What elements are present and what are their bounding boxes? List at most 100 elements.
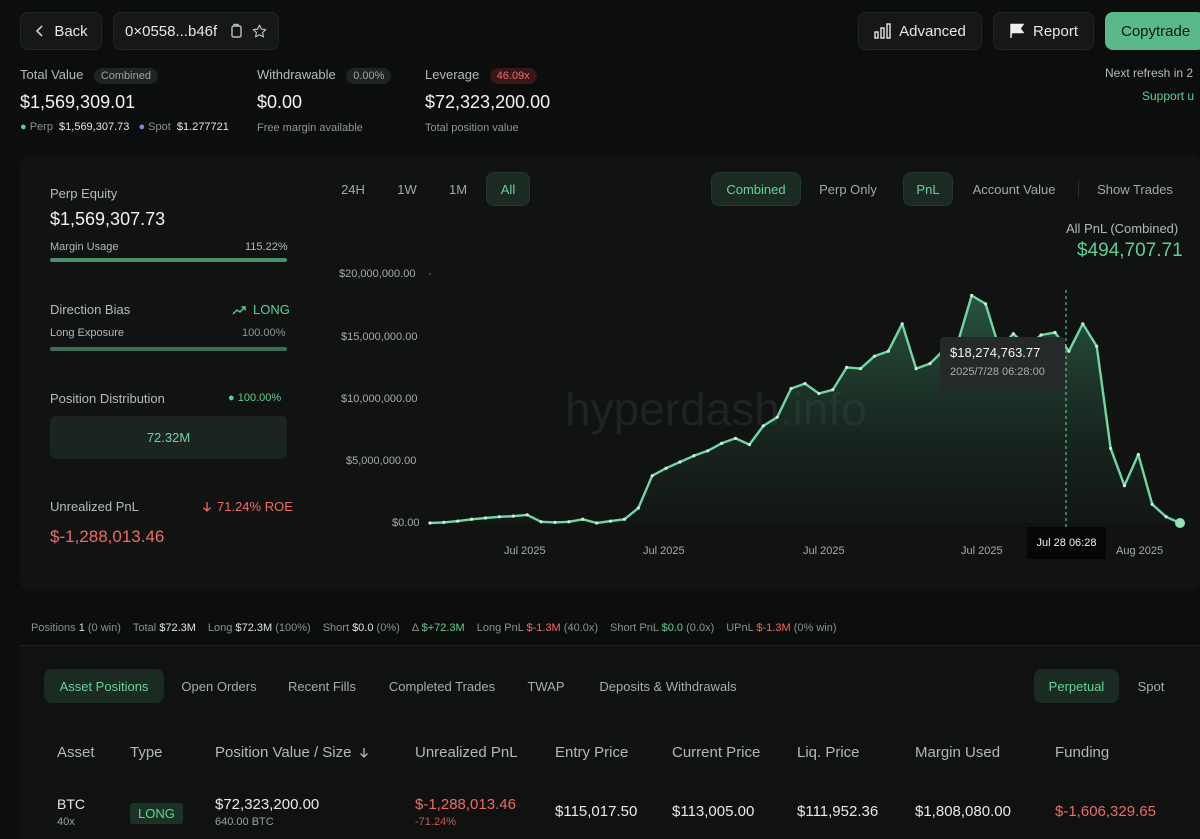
tab-asset-positions[interactable]: Asset Positions [44, 669, 164, 703]
x-tick-label: Jul 2025 [803, 545, 845, 557]
col-margin-used[interactable]: Margin Used [915, 744, 1000, 761]
data-point [470, 517, 474, 521]
row-size: 640.00 BTC [215, 816, 274, 828]
current-point [1175, 518, 1185, 528]
data-point [525, 513, 529, 517]
data-point [1095, 344, 1099, 348]
data-point [553, 520, 557, 524]
col-type[interactable]: Type [130, 744, 163, 761]
data-point [567, 520, 571, 524]
data-point [1136, 452, 1140, 457]
stat-long-pnl: Long PnL $-1.3M (40.0x) [476, 622, 599, 634]
data-point [789, 386, 793, 391]
data-point [622, 517, 627, 521]
data-point [858, 367, 863, 371]
tab-recent-fills[interactable]: Recent Fills [278, 669, 366, 703]
data-point [636, 506, 640, 510]
pnl-chart[interactable]: hyperdash.info [0, 0, 1200, 600]
x-tick-label: Jul 2025 [961, 545, 1003, 557]
row-current-price: $113,005.00 [672, 803, 755, 820]
col-position-value[interactable]: Position Value / Size [215, 744, 369, 761]
data-point [831, 388, 835, 392]
data-point [1081, 322, 1085, 326]
col-current-price[interactable]: Current Price [672, 744, 760, 761]
data-point [872, 354, 877, 358]
tab-deposits-withdrawals[interactable]: Deposits & Withdrawals [588, 669, 748, 703]
x-tick-label: Jul 2025 [643, 545, 685, 557]
row-liq-price: $111,952.36 [797, 803, 879, 820]
col-entry-price[interactable]: Entry Price [555, 744, 628, 761]
col-unrealized-pnl[interactable]: Unrealized PnL [415, 744, 518, 761]
row-asset: BTC [57, 796, 85, 812]
stat-positions: Positions 1 (0 win) [31, 622, 121, 634]
data-point [1108, 446, 1113, 450]
tab-completed-trades[interactable]: Completed Trades [378, 669, 506, 703]
data-point [678, 460, 682, 464]
stat-total: Total $72.3M [132, 622, 196, 634]
data-point [928, 362, 932, 366]
data-point [664, 466, 668, 470]
row-funding: $-1,606,329.65 [1055, 803, 1156, 820]
data-point [775, 415, 779, 419]
row-unrealized-pct: -71.24% [415, 816, 456, 828]
data-point [1053, 330, 1057, 335]
row-margin-used: $1,808,080.00 [915, 803, 1011, 820]
stat-short: Short $0.0 (0%) [322, 622, 400, 634]
data-point [845, 365, 849, 369]
data-point [483, 516, 488, 520]
row-position-value: $72,323,200.00 [215, 796, 320, 813]
col-position-value-label: Position Value / Size [215, 744, 352, 761]
tooltip-value: $18,274,763.77 [950, 345, 1041, 360]
tab-twap[interactable]: TWAP [518, 669, 574, 703]
row-type-badge: LONG [130, 803, 183, 824]
data-point [650, 474, 654, 478]
data-point [581, 517, 585, 521]
crosshair-x-label: Jul 28 06:28 [1027, 527, 1106, 559]
col-asset[interactable]: Asset [57, 744, 95, 761]
sort-down-icon [360, 747, 369, 758]
stat-long: Long $72.3M (100%) [207, 622, 311, 634]
data-point [914, 367, 918, 371]
data-point [539, 520, 543, 524]
data-point [970, 293, 974, 298]
pnl-area [430, 295, 1180, 523]
data-point [1164, 515, 1168, 519]
tab-spot[interactable]: Spot [1128, 669, 1174, 703]
data-point [733, 436, 738, 440]
row-entry-price: $115,017.50 [555, 803, 638, 820]
data-point [1150, 502, 1154, 506]
tab-perpetual[interactable]: Perpetual [1034, 669, 1119, 703]
positions-stats-bar: Positions 1 (0 win) Total $72.3M Long $7… [31, 622, 837, 634]
data-point [1122, 484, 1127, 488]
data-point [456, 519, 460, 523]
x-tick-label: Jul 2025 [504, 545, 546, 557]
tooltip-date: 2025/7/28 06:28:00 [950, 366, 1045, 378]
data-point [983, 302, 988, 306]
data-point [595, 521, 599, 525]
data-point [1011, 332, 1015, 336]
x-tick-label: Aug 2025 [1116, 545, 1164, 557]
data-point [886, 349, 890, 353]
data-point [511, 514, 515, 518]
row-unrealized-pnl: $-1,288,013.46 [415, 796, 516, 813]
data-point [817, 391, 821, 396]
data-point [428, 521, 432, 525]
col-liq-price[interactable]: Liq. Price [797, 744, 860, 761]
data-point [442, 520, 446, 524]
data-point [1067, 349, 1071, 353]
chart-tooltip: $18,274,763.77 2025/7/28 06:28:00 [940, 337, 1065, 392]
data-point [900, 322, 904, 326]
data-point [747, 442, 752, 447]
stat-short-pnl: Short PnL $0.0 (0.0x) [610, 622, 715, 634]
tab-open-orders[interactable]: Open Orders [172, 669, 266, 703]
col-funding[interactable]: Funding [1055, 744, 1109, 761]
data-point [692, 454, 696, 458]
row-leverage: 40x [57, 816, 75, 828]
data-point [761, 424, 765, 428]
data-point [706, 449, 710, 453]
data-point [720, 441, 724, 445]
data-point [608, 519, 613, 523]
stat-upnl: UPnL $-1.3M (0% win) [726, 622, 837, 634]
data-point [803, 381, 807, 386]
data-point [497, 515, 502, 519]
